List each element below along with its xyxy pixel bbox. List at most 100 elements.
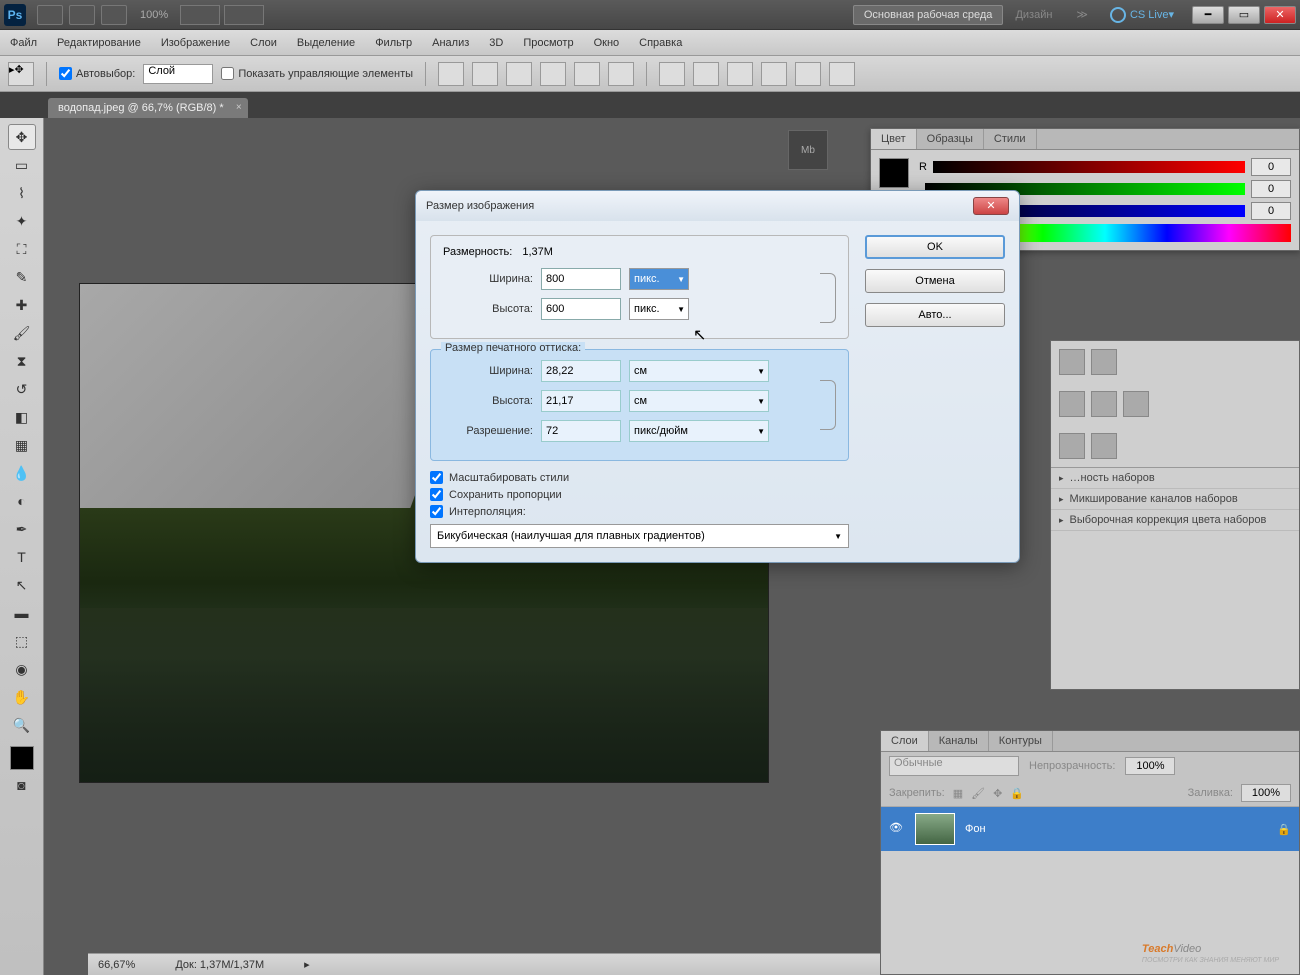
dist-icon-5[interactable] [795,62,821,86]
tab-channels[interactable]: Каналы [929,731,989,751]
align-icon-6[interactable] [608,62,634,86]
print-width-unit[interactable]: см▼ [629,360,769,382]
tab-color[interactable]: Цвет [871,129,917,149]
align-icon-3[interactable] [506,62,532,86]
3d-tool[interactable]: ⬚ [8,628,36,654]
history-brush-tool[interactable]: ↺ [8,376,36,402]
brush-tool[interactable]: 🖌 [8,320,36,346]
stamp-tool[interactable]: ⧗ [8,348,36,374]
adj-icon-2[interactable] [1091,349,1117,375]
screen-mode-icon[interactable] [224,5,264,25]
ok-button[interactable]: OK [865,235,1005,259]
document-tab[interactable]: водопад.jpeg @ 66,7% (RGB/8) *× [48,98,248,118]
dist-icon-6[interactable] [829,62,855,86]
align-icon-1[interactable] [438,62,464,86]
resample-check[interactable]: Интерполяция: [430,505,849,518]
zoom-tool[interactable]: 🔍 [8,712,36,738]
hand-tool[interactable]: ✋ [8,684,36,710]
g-value[interactable] [1251,180,1291,198]
autoselect-check[interactable]: Автовыбор: [59,67,135,80]
pixel-width-input[interactable] [541,268,621,290]
path-tool[interactable]: ↖ [8,572,36,598]
menu-analysis[interactable]: Анализ [432,37,469,49]
design-workspace[interactable]: Дизайн [1015,9,1052,21]
r-value[interactable] [1251,158,1291,176]
move-tool-icon[interactable]: ▸✥ [8,62,34,86]
layer-row[interactable]: 👁 Фон 🔒 [881,807,1299,851]
pixel-width-unit[interactable]: пикс.▼ [629,268,689,290]
adj-icon-1[interactable] [1059,349,1085,375]
align-icon-5[interactable] [574,62,600,86]
foreground-color[interactable] [10,746,34,770]
interpolation-select[interactable]: Бикубическая (наилучшая для плавных град… [430,524,849,548]
eyedropper-tool[interactable]: ✎ [8,264,36,290]
print-height-input[interactable] [541,390,621,412]
eraser-tool[interactable]: ◧ [8,404,36,430]
heal-tool[interactable]: ✚ [8,292,36,318]
constrain-check[interactable]: Сохранить пропорции [430,488,849,501]
auto-button[interactable]: Авто... [865,303,1005,327]
lock-paint-icon[interactable]: 🖌 [971,787,985,800]
marquee-tool[interactable]: ▭ [8,152,36,178]
color-swatch[interactable] [879,158,909,188]
lasso-tool[interactable]: ⌇ [8,180,36,206]
lock-trans-icon[interactable]: ▦ [953,787,963,800]
minimize-button[interactable]: ━ [1192,6,1224,24]
fill-input[interactable] [1241,784,1291,802]
3d-camera-tool[interactable]: ◉ [8,656,36,682]
status-zoom[interactable]: 66,67% [98,959,135,971]
dist-icon-1[interactable] [659,62,685,86]
pixel-height-unit[interactable]: пикс.▼ [629,298,689,320]
menu-window[interactable]: Окно [594,37,620,49]
quickmask-icon[interactable]: ◙ [8,772,36,798]
close-button[interactable]: ✕ [1264,6,1296,24]
workspace-button[interactable]: Основная рабочая среда [853,5,1004,25]
adj-icon-3[interactable] [1059,391,1085,417]
minibridge-collapsed[interactable]: Mb [788,130,828,170]
cs-live-button[interactable]: CS Live▾ [1110,7,1174,23]
menu-select[interactable]: Выделение [297,37,355,49]
b-value[interactable] [1251,202,1291,220]
adj-icon-7[interactable] [1091,433,1117,459]
pixel-height-input[interactable] [541,298,621,320]
blend-mode-select[interactable]: Обычные [889,756,1019,776]
menu-3d[interactable]: 3D [489,37,503,49]
menu-filter[interactable]: Фильтр [375,37,412,49]
wand-tool[interactable]: ✦ [8,208,36,234]
opacity-input[interactable] [1125,757,1175,775]
status-doc[interactable]: Док: 1,37M/1,37M [175,959,264,971]
zoom-display[interactable]: 100% [140,9,168,21]
menu-image[interactable]: Изображение [161,37,230,49]
arrange-icon[interactable] [180,5,220,25]
menu-layer[interactable]: Слои [250,37,277,49]
autoselect-target[interactable]: Слой [143,64,213,84]
dialog-close-button[interactable]: ✕ [973,197,1009,215]
maximize-button[interactable]: ▭ [1228,6,1260,24]
resolution-unit[interactable]: пикс/дюйм▼ [629,420,769,442]
tab-layers[interactable]: Слои [881,731,929,751]
cancel-button[interactable]: Отмена [865,269,1005,293]
align-icon-4[interactable] [540,62,566,86]
print-height-unit[interactable]: см▼ [629,390,769,412]
adj-icon-6[interactable] [1059,433,1085,459]
adj-icon-5[interactable] [1123,391,1149,417]
menu-help[interactable]: Справка [639,37,682,49]
dist-icon-2[interactable] [693,62,719,86]
lock-move-icon[interactable]: ✥ [993,787,1002,800]
layer-thumbnail[interactable] [915,813,955,845]
menu-file[interactable]: Файл [10,37,37,49]
pen-tool[interactable]: ✒ [8,516,36,542]
mb-icon[interactable] [69,5,95,25]
menu-view[interactable]: Просмотр [523,37,573,49]
view-extras-icon[interactable] [101,5,127,25]
print-width-input[interactable] [541,360,621,382]
shape-tool[interactable]: ▬ [8,600,36,626]
align-icon-2[interactable] [472,62,498,86]
blur-tool[interactable]: 💧 [8,460,36,486]
menu-edit[interactable]: Редактирование [57,37,141,49]
dist-icon-4[interactable] [761,62,787,86]
dist-icon-3[interactable] [727,62,753,86]
type-tool[interactable]: T [8,544,36,570]
more-workspaces-icon[interactable]: ≫ [1076,8,1088,21]
adj-preset-1[interactable]: …ность наборов [1051,468,1299,489]
